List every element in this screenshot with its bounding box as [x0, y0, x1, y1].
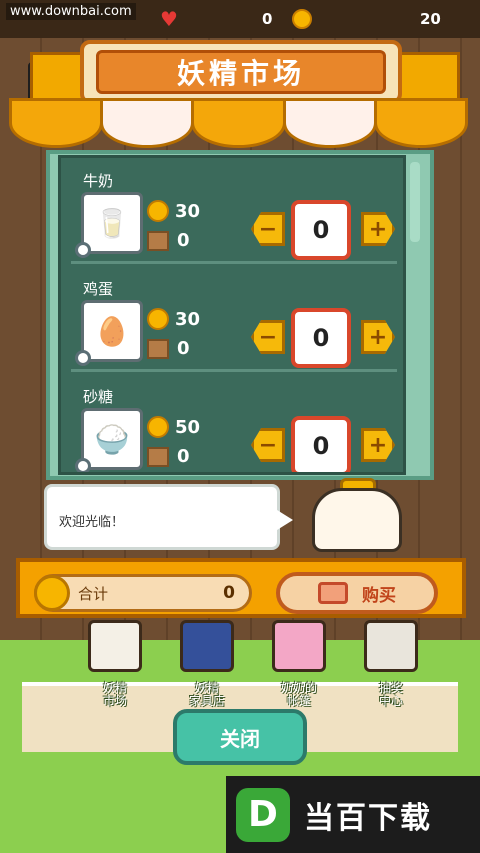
coins-value: 20	[420, 10, 441, 28]
awning-scallops	[9, 98, 469, 148]
item-name: 牛奶	[83, 172, 114, 190]
item-card[interactable]: 🍚	[81, 408, 143, 470]
box-icon	[147, 446, 169, 467]
list-item: 鸡蛋 🥚 30 0 − 0 +	[61, 266, 403, 372]
item-stock: 0	[147, 446, 190, 467]
decrease-button[interactable]: −	[251, 212, 285, 246]
heart-icon: ♥	[160, 7, 178, 31]
quantity-display: 0	[291, 416, 351, 472]
item-stock: 0	[147, 338, 190, 359]
decrease-button[interactable]: −	[251, 320, 285, 354]
milk-bottle-icon: 🥛	[94, 206, 130, 240]
nav-lottery-center[interactable]: 抽奖 中心	[356, 620, 426, 710]
quantity-display: 0	[291, 200, 351, 260]
item-name: 鸡蛋	[83, 280, 114, 298]
coin-icon	[147, 416, 169, 438]
item-price: 30	[147, 308, 200, 330]
box-icon	[147, 230, 169, 251]
shopkeeper-npc	[312, 488, 402, 552]
coin-icon	[34, 575, 70, 611]
magnifier-icon[interactable]	[75, 458, 91, 472]
speech-bubble: 欢迎光临！	[44, 484, 280, 550]
coin-icon	[147, 308, 169, 330]
hearts-value: 0	[262, 10, 273, 28]
watermark-url: www.downbai.com	[6, 3, 136, 20]
magnifier-icon[interactable]	[75, 350, 91, 366]
furniture-shop-icon	[180, 620, 234, 672]
lottery-booth-icon	[364, 620, 418, 672]
nav-label: 妖精 市场	[102, 681, 127, 708]
speech-tail	[277, 510, 293, 530]
tent-icon	[272, 620, 326, 672]
increase-button[interactable]: +	[361, 320, 395, 354]
nav-fairy-market[interactable]: 妖精 市场	[80, 620, 150, 710]
sugar-icon: 🍚	[94, 422, 130, 456]
item-price: 30	[147, 200, 200, 222]
buy-label: 购买	[362, 585, 396, 606]
eggs-icon: 🥚	[94, 314, 130, 348]
list-item: 牛奶 🥛 30 0 − 0 +	[61, 158, 403, 264]
magnifier-icon[interactable]	[75, 242, 91, 258]
basket-icon	[318, 582, 348, 604]
coin-icon	[147, 200, 169, 222]
divider	[71, 261, 397, 264]
buy-button[interactable]: 购买	[276, 572, 438, 614]
watermark-brand: D 当百下载	[226, 776, 480, 853]
nav-grandma-tent[interactable]: 奶奶的 帐篷	[264, 620, 334, 710]
item-card[interactable]: 🥚	[81, 300, 143, 362]
fairy-market-icon	[88, 620, 142, 672]
nav-label: 抽奖 中心	[378, 681, 403, 708]
nav-label: 妖精 家具店	[188, 681, 225, 708]
box-icon	[147, 338, 169, 359]
nav-label: 奶奶的 帐篷	[280, 681, 317, 708]
increase-button[interactable]: +	[361, 428, 395, 462]
item-list[interactable]: 牛奶 🥛 30 0 − 0 + 鸡蛋 🥚 30 0 − 0 + 砂糖 🍚 50 …	[58, 155, 406, 475]
brand-text: 当百下载	[304, 800, 432, 836]
total-display: 合计 0	[34, 574, 252, 612]
increase-button[interactable]: +	[361, 212, 395, 246]
item-name: 砂糖	[83, 388, 114, 406]
item-card[interactable]: 🥛	[81, 192, 143, 254]
list-item: 砂糖 🍚 50 0 − 0 +	[61, 374, 403, 472]
divider	[71, 369, 397, 372]
top-status-bar: www.downbai.com ♥ 0 20	[0, 0, 480, 38]
list-scrollbar[interactable]	[410, 162, 420, 242]
coin-counter	[292, 8, 312, 30]
shop-title: 妖精市场	[96, 50, 386, 94]
close-button[interactable]: 关闭	[173, 709, 307, 765]
total-value: 0	[223, 583, 235, 603]
total-label: 合计	[78, 584, 109, 603]
brand-logo: D	[236, 787, 290, 842]
item-price: 50	[147, 416, 200, 438]
coin-icon	[292, 9, 312, 29]
hearts-counter: ♥	[160, 8, 182, 30]
quantity-display: 0	[291, 308, 351, 368]
shop-sign: 妖精市场	[80, 40, 402, 104]
decrease-button[interactable]: −	[251, 428, 285, 462]
item-stock: 0	[147, 230, 190, 251]
nav-furniture-shop[interactable]: 妖精 家具店	[172, 620, 242, 710]
